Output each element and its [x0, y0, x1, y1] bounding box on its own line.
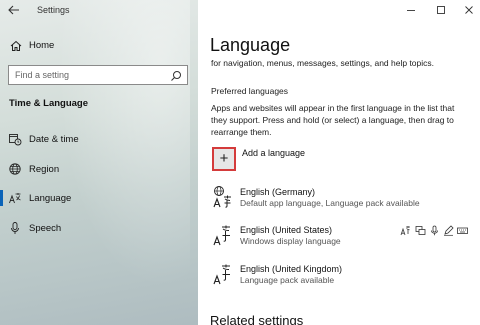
- sidebar-item-label: Date & time: [29, 134, 79, 145]
- microphone-icon: [8, 221, 22, 235]
- sidebar-item-label: Language: [29, 193, 72, 204]
- language-icon: [8, 191, 22, 205]
- language-icon: [212, 223, 236, 247]
- sidebar-item-label: Region: [29, 164, 60, 175]
- handwriting-icon: [443, 223, 454, 236]
- language-description: for navigation, menus, messages, setting…: [211, 58, 435, 68]
- language-item-english-united-kingdom[interactable]: English (United Kingdom) Language pack a…: [210, 262, 470, 290]
- page-title: Language: [210, 35, 291, 55]
- nav-section-title: Time & Language: [9, 98, 89, 109]
- add-language-label[interactable]: Add a language: [242, 148, 305, 158]
- preferred-languages-heading: Preferred languages: [211, 86, 289, 96]
- language-name: English (United States): [240, 225, 333, 235]
- sidebar-item-speech[interactable]: Speech: [0, 217, 198, 239]
- sidebar-item-language[interactable]: Language: [0, 187, 198, 209]
- language-detail: Language pack available: [240, 275, 335, 285]
- language-item-english-germany[interactable]: English (Germany) Default app language, …: [210, 185, 470, 213]
- language-features: [400, 223, 470, 236]
- keyboard-icon: [457, 223, 468, 234]
- search-icon[interactable]: [170, 69, 182, 81]
- language-name: English (Germany): [240, 187, 316, 197]
- display-language-icon: [400, 223, 411, 236]
- nav-home[interactable]: Home: [0, 36, 198, 56]
- language-detail: Default app language, Language pack avai…: [240, 198, 420, 208]
- text-to-speech-icon: [415, 223, 426, 235]
- speech-recognition-icon: [429, 223, 440, 236]
- minimize-icon[interactable]: [404, 4, 418, 18]
- sidebar-item-date-time[interactable]: Date & time: [0, 128, 198, 150]
- home-icon: [9, 39, 23, 53]
- maximize-icon[interactable]: [434, 4, 448, 18]
- sidebar-item-label: Speech: [29, 223, 62, 234]
- language-pack-globe-icon: [212, 185, 236, 209]
- nav-home-label: Home: [29, 40, 55, 51]
- preferred-languages-description: Apps and websites will appear in the fir…: [211, 103, 455, 137]
- close-icon[interactable]: [462, 4, 476, 18]
- sidebar-item-region[interactable]: Region: [0, 158, 198, 180]
- globe-icon: [8, 162, 22, 176]
- plus-icon: +: [219, 150, 229, 167]
- app-title: Settings: [37, 5, 70, 15]
- title-bar: Settings: [0, 0, 198, 22]
- navigation-pane: Settings Home Time & Language Date & tim…: [0, 0, 198, 325]
- add-language-button[interactable]: +: [212, 147, 236, 171]
- search-box[interactable]: [8, 65, 188, 85]
- back-arrow-icon[interactable]: [6, 3, 22, 19]
- language-name: English (United Kingdom): [240, 264, 343, 274]
- language-item-english-united-states[interactable]: English (United States) Windows display …: [210, 223, 470, 251]
- content-pane: Language for navigation, menus, messages…: [198, 0, 480, 325]
- clock-calendar-icon: [8, 132, 22, 146]
- language-detail: Windows display language: [240, 236, 341, 246]
- active-indicator: [0, 190, 3, 206]
- related-settings-heading: Related settings: [210, 313, 304, 325]
- language-icon: [212, 262, 236, 286]
- search-input[interactable]: [15, 69, 165, 81]
